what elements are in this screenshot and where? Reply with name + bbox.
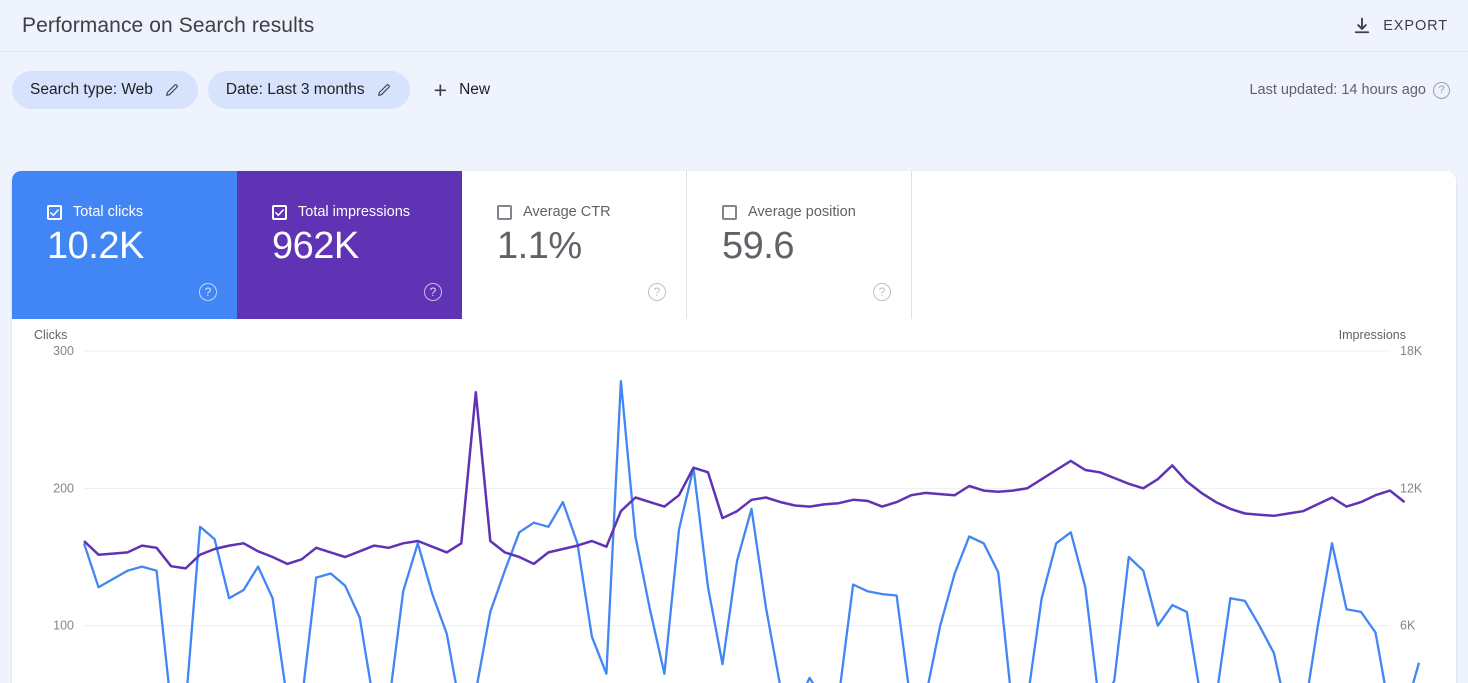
y-axis-left-title: Clicks [34, 328, 68, 342]
y-axis-left-tick: 100 [53, 619, 74, 633]
checkbox-total-clicks[interactable] [47, 204, 62, 220]
metric-cards: Total clicks 10.2K ? Total impressions 9… [12, 171, 1456, 319]
download-icon [1352, 16, 1372, 36]
chart-svg: 010020030006K12K18K10/3/2210/12/2210/21/… [53, 344, 1423, 683]
series-line-total-impressions [83, 390, 1406, 570]
checkbox-average-ctr[interactable] [497, 204, 512, 220]
export-label: EXPORT [1383, 17, 1448, 34]
page-title: Performance on Search results [22, 13, 315, 37]
pencil-icon [164, 82, 180, 98]
metric-label-average-ctr: Average CTR [523, 204, 611, 220]
filter-chip-search-type[interactable]: Search type: Web [12, 71, 198, 109]
metric-value-total-impressions: 962K [272, 225, 359, 267]
page-header: Performance on Search results EXPORT [0, 0, 1468, 52]
y-axis-left-tick: 300 [53, 344, 74, 358]
pencil-icon [376, 82, 392, 98]
metric-value-average-position: 59.6 [722, 225, 794, 267]
metric-label-total-clicks: Total clicks [73, 204, 144, 220]
metric-card-average-ctr[interactable]: Average CTR 1.1% ? [462, 171, 687, 319]
y-axis-right-title: Impressions [1338, 328, 1406, 342]
performance-chart: Clicks Impressions 010020030006K12K18K10… [12, 319, 1456, 683]
last-updated: Last updated: 14 hours ago ? [1249, 81, 1450, 99]
filter-chip-date[interactable]: Date: Last 3 months [207, 71, 410, 109]
metric-card-total-impressions[interactable]: Total impressions 962K ? [237, 171, 462, 319]
metric-label-total-impressions: Total impressions [298, 204, 411, 220]
help-icon[interactable]: ? [199, 283, 217, 301]
last-updated-label: Last updated: 14 hours ago [1249, 82, 1426, 98]
checkbox-average-position[interactable] [722, 204, 737, 220]
filter-bar: Search type: Web Date: Last 3 months + N… [0, 52, 1468, 128]
new-filter-label: New [459, 81, 491, 98]
performance-panel: Total clicks 10.2K ? Total impressions 9… [12, 171, 1456, 683]
plus-icon: + [433, 76, 448, 103]
filter-chip-date-label: Date: Last 3 months [225, 81, 365, 98]
metric-card-average-position[interactable]: Average position 59.6 ? [687, 171, 912, 319]
y-axis-left-tick: 200 [53, 481, 74, 495]
metric-value-average-ctr: 1.1% [497, 225, 582, 267]
series-line-total-clicks [82, 380, 1421, 683]
help-icon[interactable]: ? [424, 283, 442, 301]
metric-card-total-clicks[interactable]: Total clicks 10.2K ? [12, 171, 237, 319]
metric-label-average-position: Average position [748, 204, 856, 220]
help-icon[interactable]: ? [1433, 81, 1450, 99]
help-icon[interactable]: ? [648, 283, 666, 301]
metric-value-total-clicks: 10.2K [47, 225, 144, 267]
y-axis-right-tick: 6K [1400, 619, 1416, 633]
help-icon[interactable]: ? [873, 283, 891, 301]
new-filter-button[interactable]: + New [420, 71, 504, 109]
export-button[interactable]: EXPORT [1348, 10, 1452, 42]
checkbox-total-impressions[interactable] [272, 204, 287, 220]
y-axis-right-tick: 12K [1400, 481, 1423, 495]
filter-chip-search-type-label: Search type: Web [30, 81, 153, 98]
y-axis-right-tick: 18K [1400, 344, 1423, 358]
